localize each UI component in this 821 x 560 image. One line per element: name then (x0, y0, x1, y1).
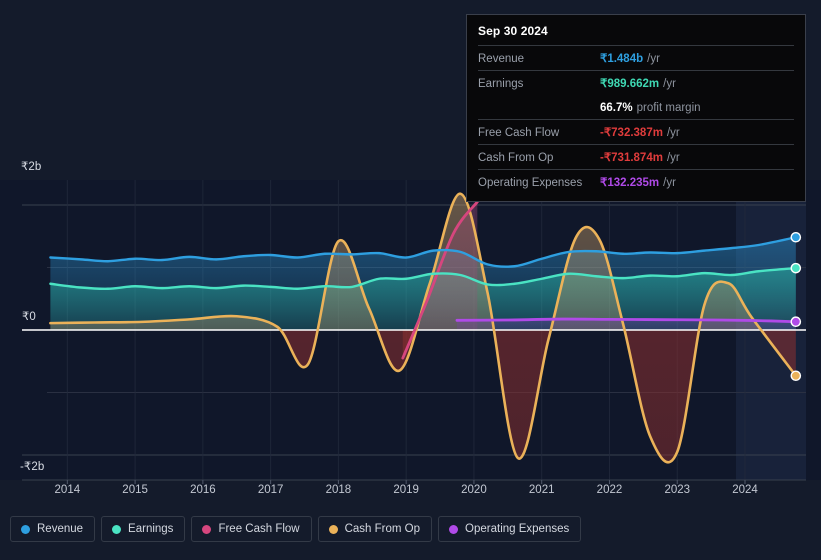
legend-item-operating-expenses[interactable]: Operating Expenses (438, 516, 582, 542)
legend-color-dot-icon (328, 524, 338, 534)
legend-item-label: Operating Expenses (465, 523, 570, 535)
x-axis-tick-2023: 2023 (664, 484, 691, 496)
tooltip-row-unit: /yr (666, 127, 680, 139)
tooltip-row: Revenue ₹1.484b/yr (478, 45, 794, 70)
tooltip-row: Earnings ₹989.662m/yr (478, 70, 794, 95)
tooltip-row: Cash From Op -₹731.874m/yr (478, 144, 794, 169)
tooltip-row-label: Free Cash Flow (478, 127, 560, 139)
legend-item-free-cash-flow[interactable]: Free Cash Flow (191, 516, 312, 542)
tooltip-row-value: 66.7% (600, 102, 633, 114)
tooltip-row-label: Operating Expenses (478, 177, 583, 189)
x-axis-tick-2024: 2024 (732, 484, 758, 496)
tooltip-rows: Revenue ₹1.484b/yr Earnings ₹989.662m/yr 66.… (478, 45, 794, 194)
tooltip-row-label: Earnings (478, 78, 524, 90)
tooltip-row-unit: profit margin (636, 102, 701, 114)
tooltip-row-value: ₹989.662m (600, 78, 660, 90)
legend-item-label: Revenue (37, 523, 84, 535)
financial-chart-page: ₹2b ₹0 -₹2b 2014 2015 2016 2017 2018 2019 2020… (0, 0, 821, 560)
tooltip-date: Sep 30 2024 (478, 24, 548, 38)
legend-color-dot-icon (449, 524, 459, 534)
legend-item-label: Earnings (128, 523, 174, 535)
legend-item-revenue[interactable]: Revenue (10, 516, 96, 542)
x-axis-tick-2016: 2016 (190, 484, 216, 496)
tooltip-row-value-group: 66.7% profit margin (600, 98, 701, 116)
legend-item-earnings[interactable]: Earnings (101, 516, 186, 542)
data-tooltip: Sep 30 2024 Revenue ₹1.484b/yr Earnings ₹98… (466, 14, 806, 202)
tooltip-row-label: Revenue (478, 53, 525, 65)
y-axis-label-zero: ₹0 (22, 311, 36, 323)
tooltip-row-label: Cash From Op (478, 152, 554, 164)
tooltip-row-value-group: -₹731.874m/yr (600, 148, 680, 166)
legend-item-cash-from-op[interactable]: Cash From Op (317, 516, 433, 542)
chart-legend: Revenue Earnings Free Cash Flow Cash From O… (10, 516, 582, 542)
tooltip-row-value: -₹731.874m (600, 152, 663, 164)
y-axis-label-top: ₹2b (21, 161, 42, 173)
x-axis-tick-2021: 2021 (528, 484, 555, 496)
tooltip-row-value-group: ₹989.662m/yr (600, 74, 676, 92)
x-axis-tick-2014: 2014 (54, 484, 81, 496)
legend-item-label: Free Cash Flow (218, 523, 300, 535)
legend-color-dot-icon (21, 524, 30, 534)
x-axis-tick-2020: 2020 (461, 484, 487, 496)
tooltip-row-value: ₹132.235m (600, 177, 660, 189)
x-axis-tick-2017: 2017 (257, 484, 284, 496)
x-axis-tick-2018: 2018 (325, 484, 352, 496)
tooltip-row-value: -₹732.387m (600, 127, 663, 139)
tooltip-row-value: ₹1.484b (600, 53, 644, 65)
tooltip-row: 66.7% profit margin (478, 95, 794, 119)
tooltip-row-value-group: ₹132.235m/yr (600, 173, 676, 191)
tooltip-row-value-group: -₹732.387m/yr (600, 123, 680, 141)
legend-item-label: Cash From Op (344, 523, 421, 535)
tooltip-row-unit: /yr (663, 177, 676, 189)
legend-color-dot-icon (112, 524, 122, 534)
tooltip-row-unit: /yr (666, 152, 680, 164)
x-axis-tick-2015: 2015 (122, 484, 148, 496)
y-axis-label-bottom: -₹2b (20, 461, 45, 473)
x-axis-tick-2022: 2022 (596, 484, 623, 496)
x-axis-tick-2019: 2019 (393, 484, 419, 496)
tooltip-row: Free Cash Flow -₹732.387m/yr (478, 119, 794, 144)
tooltip-row: Operating Expenses ₹132.235m/yr (478, 169, 794, 194)
tooltip-row-unit: /yr (647, 53, 660, 65)
legend-color-dot-icon (202, 524, 212, 534)
tooltip-row-unit: /yr (663, 78, 676, 90)
tooltip-row-value-group: ₹1.484b/yr (600, 49, 660, 67)
